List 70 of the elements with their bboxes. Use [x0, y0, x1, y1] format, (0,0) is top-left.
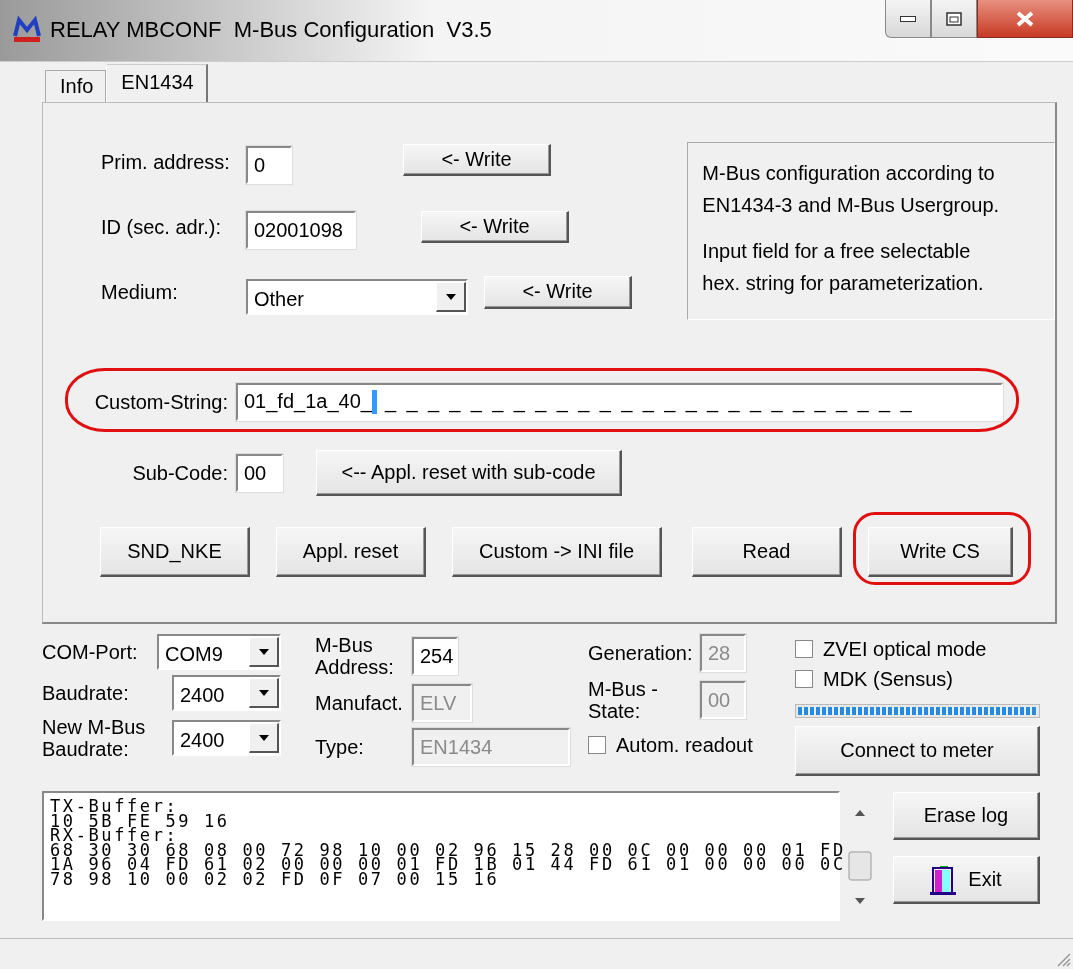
- window-title: RELAY MBCONF M-Bus Configuration V3.5: [50, 17, 492, 43]
- input-field: 00: [700, 681, 746, 719]
- medium-dropdown[interactable]: Other: [246, 279, 468, 315]
- input-field: EN1434: [412, 728, 570, 766]
- action-button[interactable]: Custom -> INI file: [452, 527, 662, 577]
- field-label: COM-Port:: [42, 641, 139, 663]
- minimize-button[interactable]: [885, 0, 931, 38]
- field-label: Baudrate:: [42, 682, 130, 704]
- dropdown-arrow-button[interactable]: [436, 282, 466, 312]
- dropdown-arrow-button[interactable]: [249, 723, 279, 753]
- connect-button[interactable]: Connect to meter: [795, 726, 1040, 776]
- field-label: M-Bus Address:: [315, 634, 395, 678]
- checkbox[interactable]: [795, 640, 813, 658]
- field-label: Sub-Code:: [131, 461, 229, 485]
- field-label: Generation:: [588, 642, 694, 664]
- write-button[interactable]: <- Write: [403, 144, 551, 176]
- port-dropdown[interactable]: 2400: [172, 720, 281, 756]
- close-button[interactable]: [977, 0, 1073, 38]
- input-field[interactable]: 00: [236, 454, 283, 492]
- erase-log-button[interactable]: Erase log: [893, 792, 1040, 840]
- log-line: 1A 96 04 FD 61 02 00 00 00 01 FD 1B 01 44 FD 61 01 00 00 00 0C: [50, 856, 846, 872]
- tab[interactable]: EN1434: [106, 64, 208, 102]
- caret-icon: [257, 688, 270, 697]
- action-button[interactable]: Write CS: [868, 527, 1013, 577]
- restore-icon: [946, 11, 962, 26]
- info-text: M-Bus configuration according to EN1434-3 and M-Bus Usergroup.: [702, 161, 1001, 218]
- dropdown-arrow-button[interactable]: [249, 637, 279, 667]
- logo-icon: [12, 16, 42, 44]
- log-line: TX-Buffer:: [50, 798, 179, 814]
- field-label: Type:: [315, 736, 365, 758]
- field-label: Custom-String:: [93, 390, 229, 414]
- port-dropdown[interactable]: 2400: [172, 675, 281, 711]
- log-line: 78 98 10 00 02 02 FD 0F 07 00 15 16: [50, 871, 501, 887]
- write-button[interactable]: <- Write: [421, 211, 569, 243]
- input-field[interactable]: 254: [412, 637, 458, 675]
- checkbox[interactable]: [588, 736, 606, 754]
- input-field[interactable]: 02001098: [246, 211, 356, 249]
- field-label: Prim. address:: [101, 150, 231, 174]
- field-label: New M-Bus Baudrate:: [42, 716, 147, 760]
- custom-string-field[interactable]: 01_fd_1a_40_ _ _ _ _ _ _ _ _ _ _ _ _ _ _ _ _ _ _ _ _ _ _ _ _ _: [236, 383, 1003, 421]
- field-label: Manufact.: [315, 692, 404, 714]
- exit-button[interactable]: Exit: [893, 856, 1040, 904]
- checkbox-label: MDK (Sensus): [823, 667, 954, 691]
- caret-icon: [444, 292, 457, 301]
- reset-button[interactable]: <-- Appl. reset with sub-code: [316, 450, 622, 496]
- dropdown-arrow-button[interactable]: [249, 678, 279, 708]
- log-line: RX-Buffer:: [50, 827, 179, 843]
- checkbox-label: Autom. readout: [616, 733, 753, 757]
- checkbox[interactable]: [795, 670, 813, 688]
- door-icon: [930, 864, 957, 895]
- input-field[interactable]: 0: [246, 146, 292, 184]
- resize-grip-icon: [1055, 951, 1071, 967]
- field-label: M-Bus - State:: [588, 678, 659, 722]
- action-button[interactable]: Appl. reset: [276, 527, 426, 577]
- port-dropdown[interactable]: COM9: [157, 634, 281, 670]
- tab[interactable]: Info: [45, 70, 107, 102]
- minimize-icon: [900, 15, 916, 22]
- input-field: 28: [700, 634, 746, 672]
- restore-button[interactable]: [931, 0, 977, 38]
- action-button[interactable]: Read: [692, 527, 842, 577]
- close-icon: [1015, 10, 1035, 27]
- checkbox-label: ZVEI optical mode: [823, 637, 987, 661]
- action-button[interactable]: SND_NKE: [100, 527, 250, 577]
- info-text: Input field for a free selectable hex. string for parameterization.: [702, 239, 985, 296]
- field-label: Medium:: [101, 280, 179, 304]
- caret-icon: [257, 647, 270, 656]
- caret-icon: [257, 733, 270, 742]
- write-button[interactable]: <- Write: [484, 275, 632, 309]
- input-field: ELV: [412, 684, 472, 722]
- field-label: ID (sec. adr.):: [101, 215, 223, 239]
